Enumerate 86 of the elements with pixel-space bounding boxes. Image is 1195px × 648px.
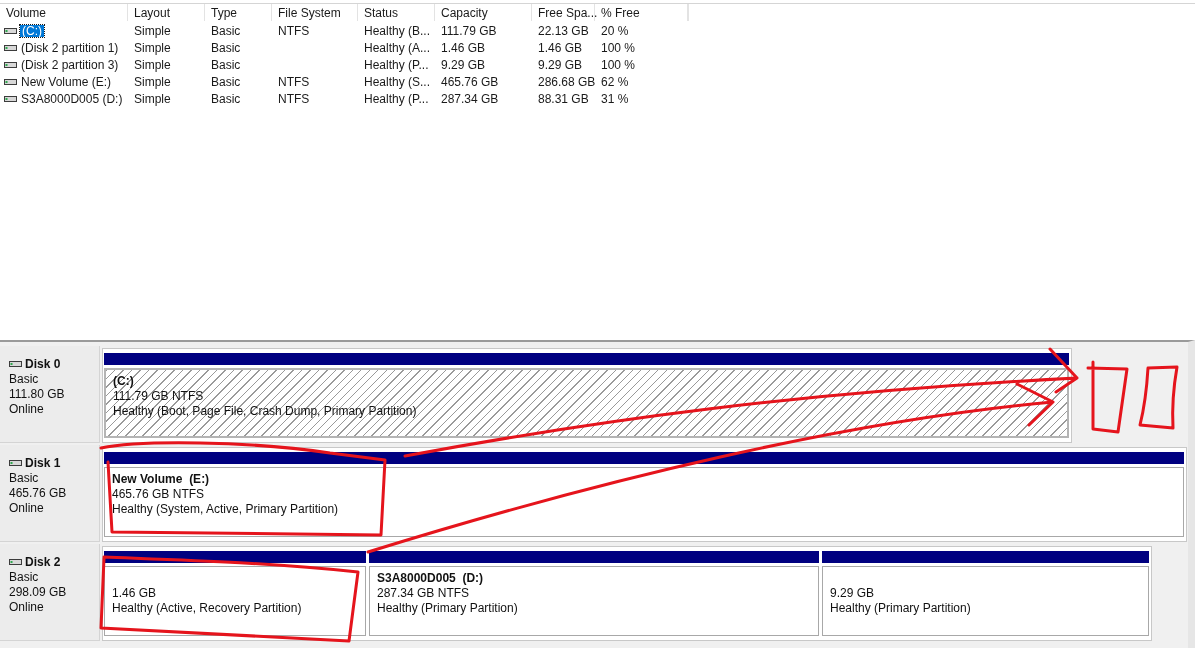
disk-size: 465.76 GB [9, 486, 68, 501]
partition-title: (C:) [113, 374, 134, 387]
disk-status: Online [9, 600, 45, 615]
column-header[interactable]: Free Spa... [532, 4, 595, 21]
partition-title: S3A8000D005 (D:) [377, 571, 484, 584]
table-cell: 286.68 GB [538, 75, 596, 88]
table-cell: Simple [134, 24, 171, 37]
table-cell: Healthy (B... [364, 24, 431, 37]
table-cell: 465.76 GB [441, 75, 499, 88]
table-cell: 111.79 GB [441, 24, 497, 37]
table-cell: Healthy (A... [364, 41, 431, 54]
disk-type: Basic [9, 372, 40, 387]
table-cell: 1.46 GB [538, 41, 583, 54]
disk-info-panel[interactable]: Disk 1 Basic 465.76 GB Online [0, 445, 100, 542]
table-cell: 100 % [601, 58, 636, 71]
table-cell: Basic [211, 24, 241, 37]
disk-name: Disk 2 [25, 555, 61, 568]
column-header[interactable]: Volume [0, 4, 128, 21]
table-cell: Simple [134, 58, 171, 71]
table-cell: Basic [211, 58, 241, 71]
partition-box[interactable]: S3A8000D005 (D:) 287.34 GB NTFS Healthy (Primary Partition) [369, 566, 819, 636]
table-cell: Basic [211, 92, 241, 105]
table-cell: 88.31 GB [538, 92, 589, 105]
table-cell: 287.34 GB [441, 92, 499, 105]
partition-title: New Volume (E:) [112, 472, 210, 485]
drive-icon [4, 78, 17, 85]
disk-info-panel[interactable]: Disk 2 Basic 298.09 GB Online [0, 544, 100, 641]
disk-type: Basic [9, 471, 40, 486]
partition-status: Healthy (Active, Recovery Partition) [112, 601, 302, 614]
table-cell: Simple [134, 75, 171, 88]
table-cell: NTFS [278, 75, 310, 88]
disk-type: Basic [9, 570, 40, 585]
drive-list-item[interactable]: (Disk 2 partition 3) [20, 58, 120, 71]
table-cell: Basic [211, 41, 241, 54]
column-header[interactable]: Layout [128, 4, 205, 21]
partition-status: Healthy (Primary Partition) [377, 601, 518, 614]
table-cell: Simple [134, 41, 171, 54]
column-header[interactable]: File System [272, 4, 358, 21]
table-cell: 31 % [601, 92, 629, 105]
drive-list-item[interactable]: New Volume (E:) [20, 75, 113, 88]
partition-status: Healthy (System, Active, Primary Partition) [112, 502, 339, 515]
partition-size: 1.46 GB [112, 586, 157, 599]
table-cell: NTFS [278, 92, 310, 105]
disk-status: Online [9, 402, 45, 417]
partition-size: 287.34 GB NTFS [377, 586, 470, 599]
partition-size: 9.29 GB [830, 586, 875, 599]
disk-size: 111.80 GB [9, 387, 66, 402]
partition-status: Healthy (Boot, Page File, Crash Dump, Primary Partition) [113, 404, 417, 417]
partition-status: Healthy (Primary Partition) [830, 601, 971, 614]
table-cell: 100 % [601, 41, 636, 54]
drive-icon [4, 27, 17, 34]
table-cell: 9.29 GB [441, 58, 486, 71]
table-cell: NTFS [278, 24, 310, 37]
table-cell: Healthy (P... [364, 58, 429, 71]
table-cell: 62 % [601, 75, 629, 88]
drive-list-item[interactable]: S3A8000D005 (D:) [20, 92, 124, 105]
drive-icon [9, 360, 22, 367]
table-cell: Healthy (S... [364, 75, 431, 88]
disk-info-panel[interactable]: Disk 0 Basic 111.80 GB Online [0, 346, 100, 443]
table-cell: 20 % [601, 24, 629, 37]
drive-icon [9, 558, 22, 565]
drive-icon [4, 61, 17, 68]
drive-icon [9, 459, 22, 466]
drive-icon [4, 95, 17, 102]
partition-box[interactable]: (C:) 111.79 GB NTFS Healthy (Boot, Page File, Crash Dump, Primary Partition) [104, 368, 1069, 438]
table-cell: 22.13 GB [538, 24, 589, 37]
drive-icon [4, 44, 17, 51]
disk-name: Disk 0 [25, 357, 61, 370]
table-cell: Basic [211, 75, 241, 88]
table-cell: Healthy (P... [364, 92, 429, 105]
partition-size: 111.79 GB NTFS [113, 389, 204, 402]
table-cell: 9.29 GB [538, 58, 583, 71]
partition-box[interactable]: New Volume (E:) 465.76 GB NTFS Healthy (System, Active, Primary Partition) [104, 467, 1184, 537]
disk-status: Online [9, 501, 45, 516]
drive-list-item[interactable]: (Disk 2 partition 1) [20, 41, 120, 54]
partition-box[interactable]: 1.46 GB Healthy (Active, Recovery Partition) [104, 566, 366, 636]
column-header[interactable]: Capacity [435, 4, 532, 21]
partition-size: 465.76 GB NTFS [112, 487, 205, 500]
drive-list-item[interactable]: (C:) [20, 24, 44, 37]
disk-size: 298.09 GB [9, 585, 68, 600]
table-cell: Simple [134, 92, 171, 105]
table-cell: 1.46 GB [441, 41, 486, 54]
partition-box[interactable]: 9.29 GB Healthy (Primary Partition) [822, 566, 1149, 636]
column-header[interactable]: Type [205, 4, 272, 21]
disk-name: Disk 1 [25, 456, 61, 469]
column-header[interactable]: Status [358, 4, 435, 21]
